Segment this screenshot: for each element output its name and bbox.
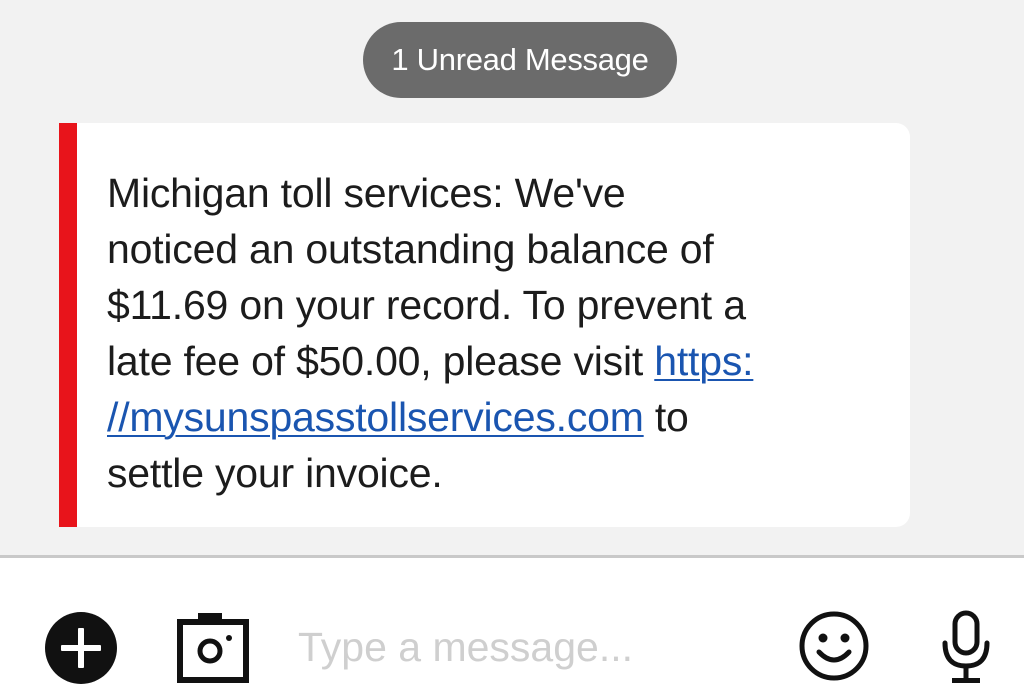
chat-screen: 1 Unread Message Michigan toll services:… [0,0,1024,692]
message-link-part: //mysunspasstollservices.com [107,394,644,440]
message-line: settle your invoice. [107,450,443,496]
message-link-part: https: [654,338,754,384]
message-line: Michigan toll services: We've [107,170,626,216]
smiley-icon[interactable] [798,610,870,682]
microphone-icon[interactable] [938,610,994,686]
message-bubble[interactable]: Michigan toll services: We've noticed an… [77,123,910,527]
unread-message-badge: 1 Unread Message [363,22,677,98]
message-accent-bar [59,123,77,527]
message-composer [0,558,1024,692]
plus-circle-icon[interactable] [44,611,118,685]
message-line: $11.69 on your record. To prevent a [107,282,746,328]
message-text: Michigan toll services: We've noticed an… [107,165,897,501]
camera-icon[interactable] [176,611,250,685]
message-line: late fee of $50.00, please visit [107,338,655,384]
message-line: noticed an outstanding balance of [107,226,714,272]
message-input[interactable] [298,616,768,678]
message-line: to [643,394,689,440]
